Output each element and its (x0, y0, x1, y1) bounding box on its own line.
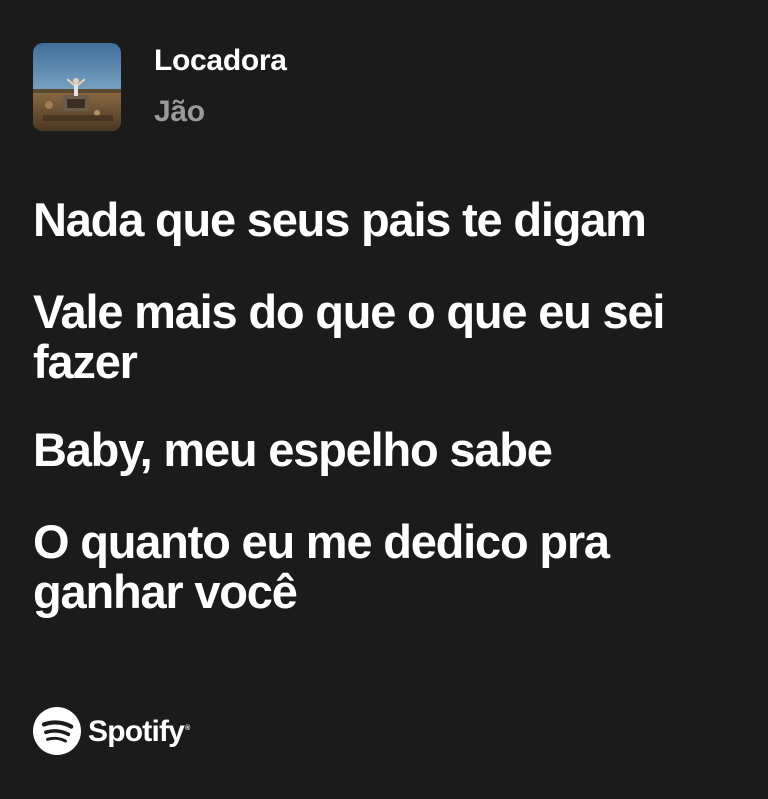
spotify-logo-icon (33, 706, 81, 755)
lyrics-share-card: Locadora Jão Nada que seus pais te digam… (0, 0, 768, 799)
album-cover-image (33, 43, 121, 131)
lyric-line: Nada que seus pais te digam (33, 193, 647, 246)
spotify-wordmark: Spotify® (88, 704, 190, 757)
lyric-line: Baby, meu espelho sabe (33, 423, 553, 476)
lyric-line: O quanto eu me dedico pra ganhar você (33, 515, 610, 618)
lyrics-block: Nada que seus pais te digam Vale mais do… (33, 195, 733, 617)
track-title: Locadora (154, 44, 287, 77)
brand-name-text: Spotify (88, 715, 185, 748)
track-header: Locadora Jão (33, 43, 287, 131)
lyric-line: Vale mais do que o que eu sei fazer (33, 285, 665, 388)
trademark-symbol: ® (185, 725, 190, 732)
spotify-branding: Spotify® (33, 704, 190, 757)
track-artist: Jão (154, 95, 205, 128)
track-meta: Locadora Jão (154, 43, 287, 129)
